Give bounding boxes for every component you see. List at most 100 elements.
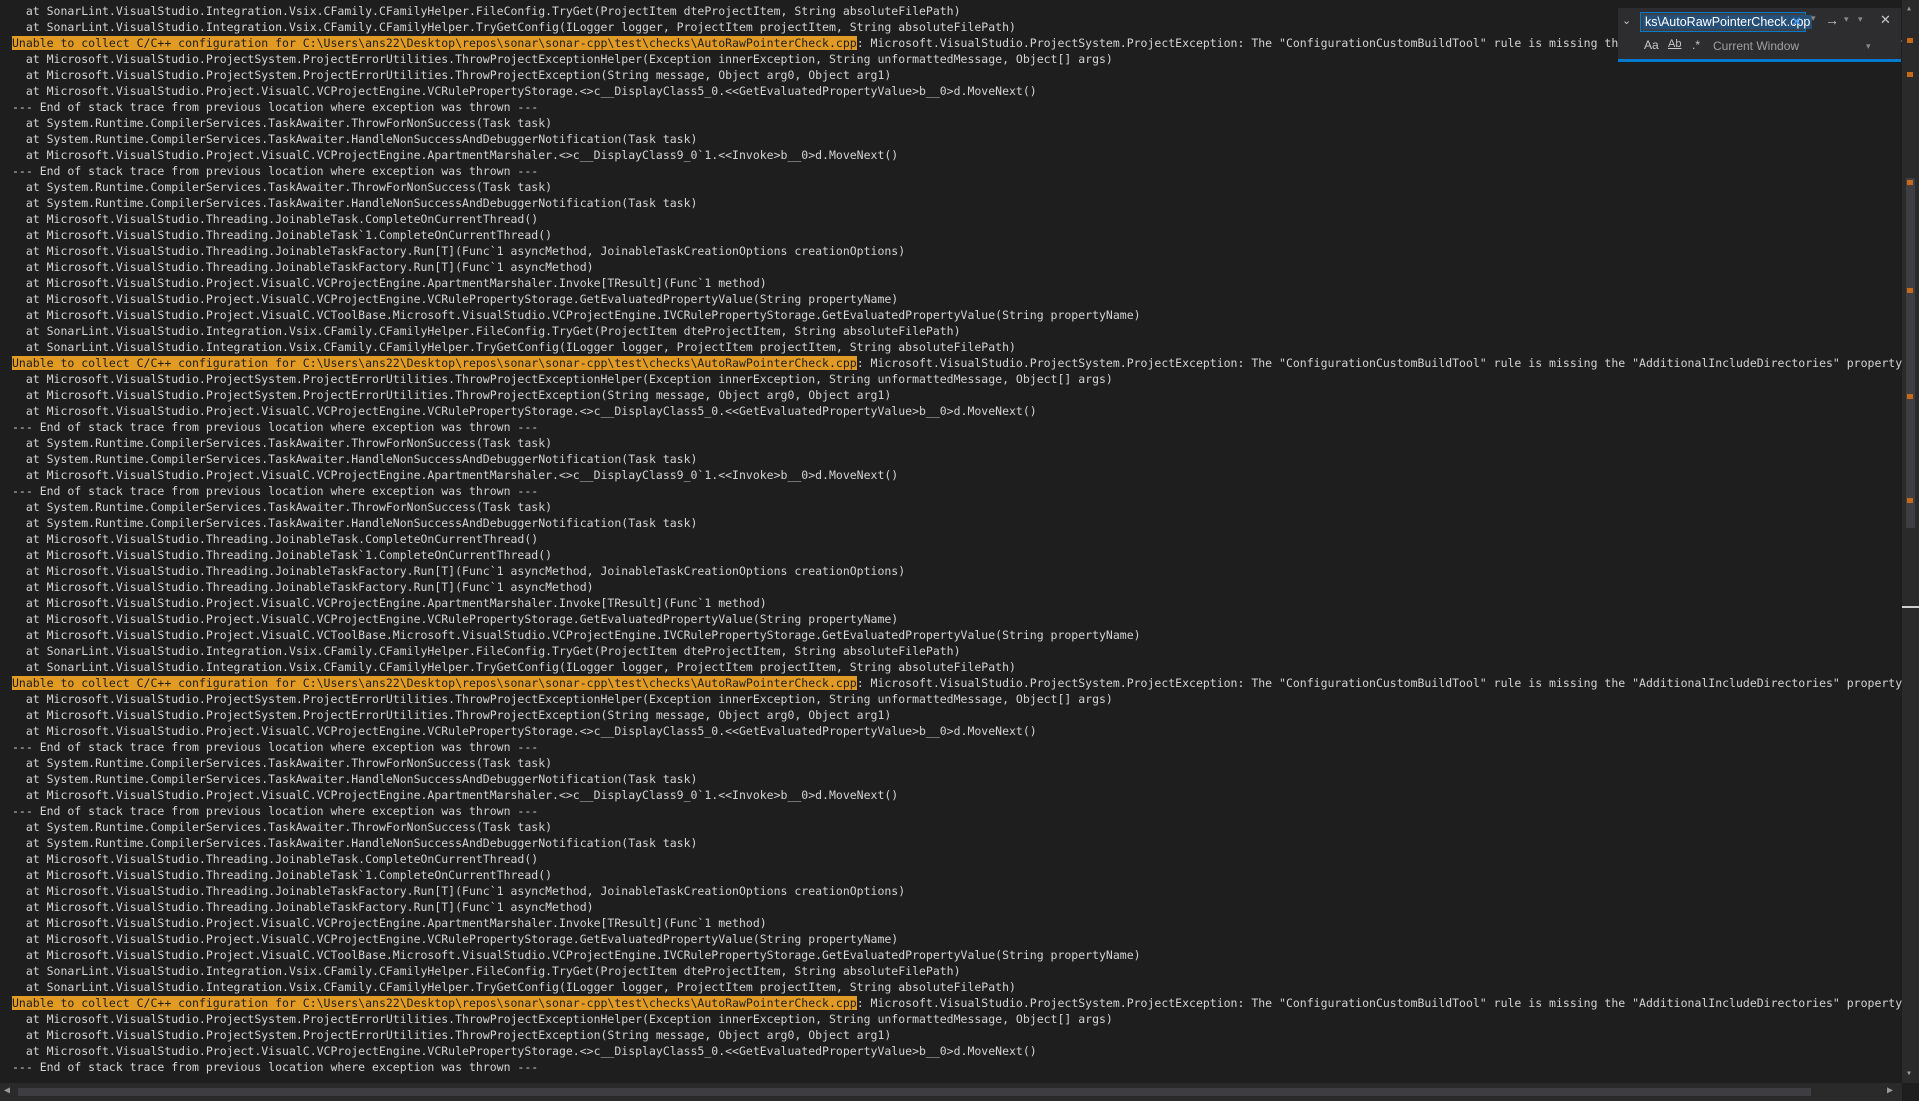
- log-line-text: at System.Runtime.CompilerServices.TaskA…: [12, 756, 553, 770]
- log-line: at SonarLint.VisualStudio.Integration.Vs…: [0, 963, 1902, 979]
- log-line: at Microsoft.VisualStudio.Project.Visual…: [0, 1043, 1902, 1059]
- log-line: at Microsoft.VisualStudio.Threading.Join…: [0, 531, 1902, 547]
- vertical-scrollbar[interactable]: ▴ ▾: [1902, 0, 1919, 1083]
- log-line: at Microsoft.VisualStudio.ProjectSystem.…: [0, 371, 1902, 387]
- log-line-text: at Microsoft.VisualStudio.ProjectSystem.…: [12, 1012, 1113, 1026]
- log-line: at SonarLint.VisualStudio.Integration.Vs…: [0, 643, 1902, 659]
- log-line-text: at Microsoft.VisualStudio.Threading.Join…: [12, 212, 539, 226]
- log-line-error: Unable to collect C/C++ configuration fo…: [0, 355, 1902, 371]
- log-line-text: at Microsoft.VisualStudio.Project.Visual…: [12, 596, 767, 610]
- log-line-text: at Microsoft.VisualStudio.Threading.Join…: [12, 228, 553, 242]
- log-line-text: at System.Runtime.CompilerServices.TaskA…: [12, 820, 553, 834]
- log-line-text: --- End of stack trace from previous loc…: [12, 484, 539, 498]
- log-line: at Microsoft.VisualStudio.Threading.Join…: [0, 243, 1902, 259]
- log-line-text: at SonarLint.VisualStudio.Integration.Vs…: [12, 340, 1016, 354]
- log-line-error: Unable to collect C/C++ configuration fo…: [0, 35, 1902, 51]
- find-match-marker: [1907, 498, 1913, 503]
- whole-word-icon[interactable]: Ab: [1668, 38, 1681, 50]
- scroll-left-arrow-icon[interactable]: ◀: [4, 1085, 10, 1096]
- log-line: at Microsoft.VisualStudio.Project.Visual…: [0, 723, 1902, 739]
- search-match-highlight: Unable to collect C/C++ configuration fo…: [12, 36, 857, 50]
- log-line-text: at System.Runtime.CompilerServices.TaskA…: [12, 116, 553, 130]
- find-next-arrow-icon[interactable]: →: [1825, 12, 1839, 28]
- scope-dropdown-chevron-icon[interactable]: ▾: [1866, 41, 1871, 52]
- log-line: at Microsoft.VisualStudio.Threading.Join…: [0, 867, 1902, 883]
- log-line-text: at Microsoft.VisualStudio.Project.Visual…: [12, 148, 899, 162]
- log-line: at System.Runtime.CompilerServices.TaskA…: [0, 179, 1902, 195]
- horizontal-scrollbar[interactable]: ◀ ▶: [0, 1083, 1902, 1101]
- log-line-text: : Microsoft.VisualStudio.ProjectSystem.P…: [856, 996, 1902, 1010]
- scroll-up-arrow-icon[interactable]: ▴: [1906, 3, 1912, 14]
- horizontal-scroll-thumb[interactable]: [18, 1088, 1811, 1096]
- log-line: at Microsoft.VisualStudio.ProjectSystem.…: [0, 707, 1902, 723]
- find-match-marker: [1907, 394, 1913, 399]
- expand-replace-chevron-icon[interactable]: ⌄: [1622, 14, 1631, 27]
- caret-position-marker: [1902, 606, 1919, 608]
- log-line: at SonarLint.VisualStudio.Integration.Vs…: [0, 323, 1902, 339]
- log-line-text: at SonarLint.VisualStudio.Integration.Vs…: [12, 324, 961, 338]
- log-line: at Microsoft.VisualStudio.Threading.Join…: [0, 211, 1902, 227]
- log-line: at Microsoft.VisualStudio.Project.Visual…: [0, 595, 1902, 611]
- log-line-text: at Microsoft.VisualStudio.Project.Visual…: [12, 788, 899, 802]
- log-line-text: at System.Runtime.CompilerServices.TaskA…: [12, 132, 698, 146]
- scroll-down-arrow-icon[interactable]: ▾: [1906, 1068, 1912, 1079]
- search-scope-select[interactable]: Current Window: [1713, 39, 1799, 53]
- log-line: at Microsoft.VisualStudio.Threading.Join…: [0, 259, 1902, 275]
- log-line-text: at Microsoft.VisualStudio.ProjectSystem.…: [12, 52, 1113, 66]
- log-line: at Microsoft.VisualStudio.ProjectSystem.…: [0, 51, 1902, 67]
- log-line-text: at Microsoft.VisualStudio.Project.Visual…: [12, 84, 1037, 98]
- log-line: at Microsoft.VisualStudio.Project.Visual…: [0, 787, 1902, 803]
- log-line-text: --- End of stack trace from previous loc…: [12, 420, 539, 434]
- log-line: at System.Runtime.CompilerServices.TaskA…: [0, 499, 1902, 515]
- output-window: at SonarLint.VisualStudio.Integration.Vs…: [0, 0, 1902, 1083]
- log-line-text: at Microsoft.VisualStudio.Threading.Join…: [12, 852, 539, 866]
- find-match-marker: [1907, 72, 1913, 77]
- log-line-text: at Microsoft.VisualStudio.Threading.Join…: [12, 244, 906, 258]
- log-line: at System.Runtime.CompilerServices.TaskA…: [0, 115, 1902, 131]
- log-line-text: at Microsoft.VisualStudio.Project.Visual…: [12, 724, 1037, 738]
- log-line-text: at Microsoft.VisualStudio.Threading.Join…: [12, 580, 594, 594]
- log-line: at Microsoft.VisualStudio.Threading.Join…: [0, 899, 1902, 915]
- log-line: at Microsoft.VisualStudio.Project.Visual…: [0, 307, 1902, 323]
- log-line: at Microsoft.VisualStudio.Threading.Join…: [0, 851, 1902, 867]
- log-line: at Microsoft.VisualStudio.ProjectSystem.…: [0, 387, 1902, 403]
- log-line-text: at Microsoft.VisualStudio.ProjectSystem.…: [12, 388, 892, 402]
- log-line-text: at Microsoft.VisualStudio.Threading.Join…: [12, 548, 553, 562]
- log-line: --- End of stack trace from previous loc…: [0, 803, 1902, 819]
- clear-search-icon[interactable]: ✕: [1791, 14, 1802, 30]
- log-line-text: at Microsoft.VisualStudio.ProjectSystem.…: [12, 692, 1113, 706]
- scroll-right-arrow-icon[interactable]: ▶: [1887, 1085, 1893, 1096]
- log-line: at Microsoft.VisualStudio.Project.Visual…: [0, 467, 1902, 483]
- find-input[interactable]: ks\AutoRawPointerCheck.cpp ✕: [1640, 12, 1813, 32]
- log-line-text: at System.Runtime.CompilerServices.TaskA…: [12, 436, 553, 450]
- log-line-text: at Microsoft.VisualStudio.Project.Visual…: [12, 932, 899, 946]
- log-line: at Microsoft.VisualStudio.Project.Visual…: [0, 275, 1902, 291]
- find-options-chevron-icon[interactable]: ▾: [1844, 14, 1849, 25]
- log-line-error: Unable to collect C/C++ configuration fo…: [0, 995, 1902, 1011]
- find-query-text: ks\AutoRawPointerCheck.cpp: [1643, 15, 1813, 29]
- log-line: at Microsoft.VisualStudio.Project.Visual…: [0, 291, 1902, 307]
- log-line-text: at Microsoft.VisualStudio.Project.Visual…: [12, 292, 899, 306]
- regex-icon[interactable]: .*: [1692, 38, 1700, 52]
- match-case-icon[interactable]: Aa: [1644, 38, 1659, 52]
- log-line-text: at Microsoft.VisualStudio.Project.Visual…: [12, 612, 899, 626]
- log-line: at Microsoft.VisualStudio.Threading.Join…: [0, 547, 1902, 563]
- log-line: --- End of stack trace from previous loc…: [0, 163, 1902, 179]
- log-line-text: : Microsoft.VisualStudio.ProjectSystem.P…: [856, 356, 1902, 370]
- log-line-text: at Microsoft.VisualStudio.ProjectSystem.…: [12, 708, 892, 722]
- log-line-text: at System.Runtime.CompilerServices.TaskA…: [12, 452, 698, 466]
- log-line: at System.Runtime.CompilerServices.TaskA…: [0, 131, 1902, 147]
- find-match-marker: [1907, 180, 1913, 185]
- close-find-icon[interactable]: ✕: [1880, 12, 1891, 28]
- log-line: at SonarLint.VisualStudio.Integration.Vs…: [0, 659, 1902, 675]
- log-line: at Microsoft.VisualStudio.ProjectSystem.…: [0, 1027, 1902, 1043]
- log-line-text: --- End of stack trace from previous loc…: [12, 740, 539, 754]
- log-line-text: at Microsoft.VisualStudio.Project.Visual…: [12, 916, 767, 930]
- find-previous-chevron-icon[interactable]: ▾: [1858, 14, 1863, 25]
- log-line: --- End of stack trace from previous loc…: [0, 99, 1902, 115]
- log-line: at SonarLint.VisualStudio.Integration.Vs…: [0, 339, 1902, 355]
- search-history-chevron-icon[interactable]: ▾: [1811, 13, 1816, 24]
- vertical-scroll-thumb[interactable]: [1906, 178, 1915, 528]
- log-line: at System.Runtime.CompilerServices.TaskA…: [0, 451, 1902, 467]
- log-line-text: at Microsoft.VisualStudio.Project.Visual…: [12, 308, 1141, 322]
